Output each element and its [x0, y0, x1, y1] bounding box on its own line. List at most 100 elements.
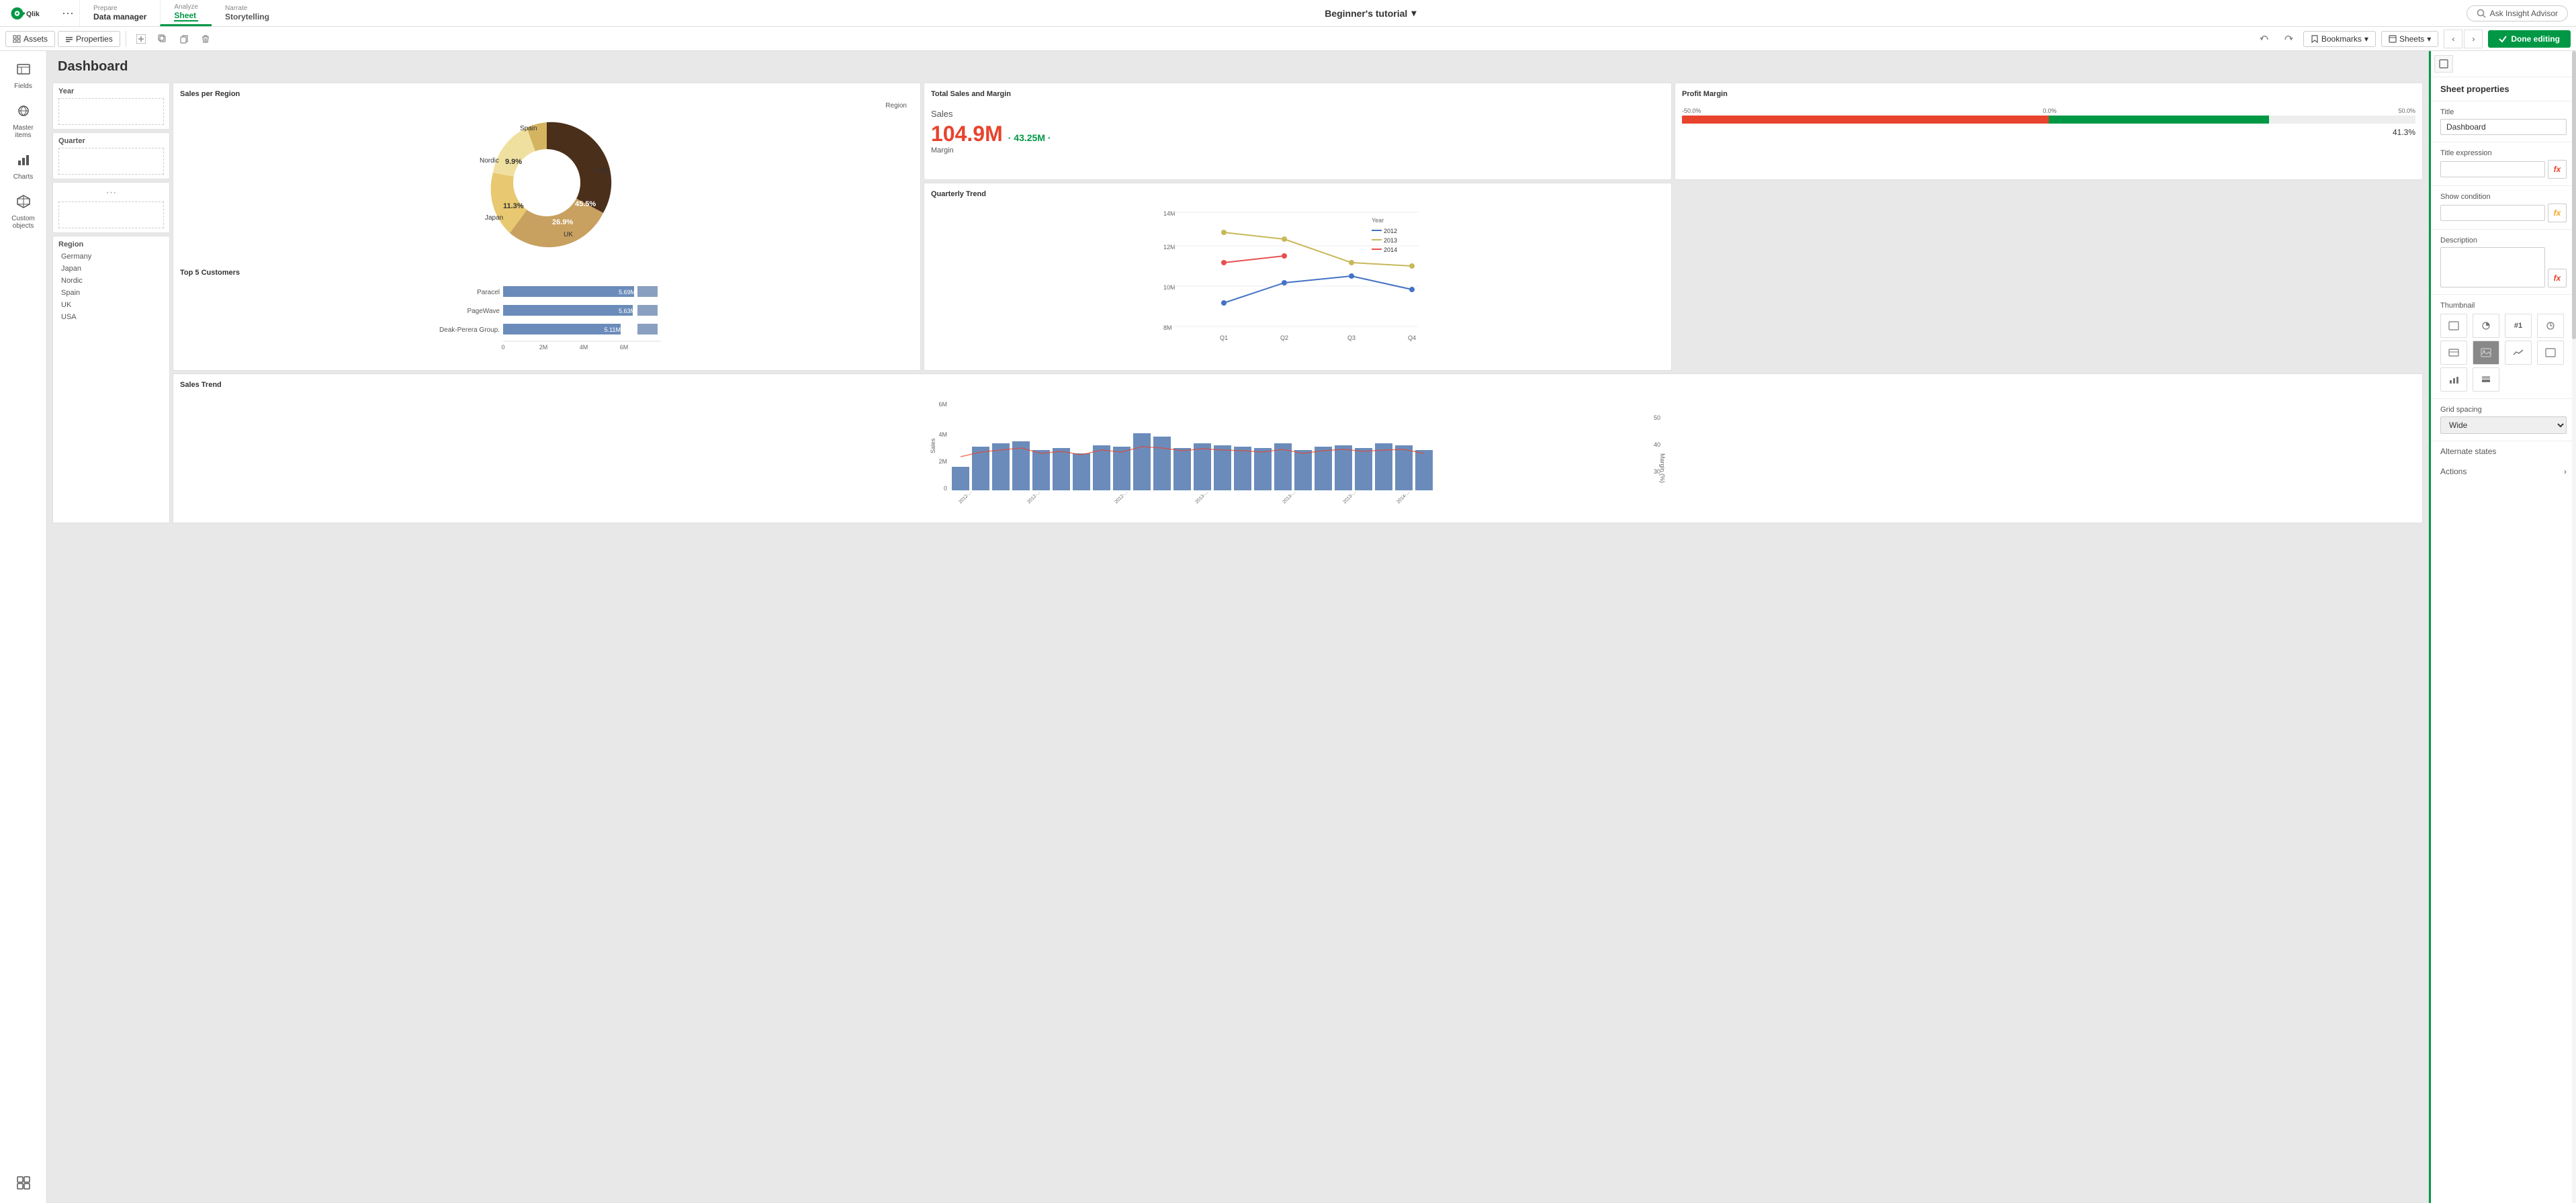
thumb-small-sheet[interactable] [2440, 341, 2467, 365]
bookmark-icon [2311, 35, 2319, 43]
sidebar-item-custom-objects[interactable]: Custom objects [3, 189, 44, 235]
show-condition-fx-button[interactable]: fx [2548, 204, 2567, 222]
svg-text:40: 40 [1654, 441, 1660, 448]
thumb-stacked-bar[interactable] [2473, 367, 2499, 392]
panel-sheet-icon[interactable] [2434, 55, 2453, 73]
title-input[interactable] [2440, 119, 2567, 135]
svg-text:PageWave: PageWave [467, 308, 500, 315]
properties-header: Sheet properties [2431, 77, 2576, 101]
delete-button[interactable] [196, 30, 215, 48]
narrate-main: Storytelling [225, 12, 269, 21]
copy-button[interactable] [175, 30, 193, 48]
svg-text:2012-...: 2012-... [1114, 490, 1128, 505]
custom-objects-icon [16, 194, 31, 212]
nav-narrate[interactable]: Narrate Storytelling [212, 0, 283, 26]
sheets-icon [2389, 35, 2397, 43]
insight-advisor-button[interactable]: Ask Insight Advisor [2467, 5, 2568, 21]
panel-scrollbar-thumb[interactable] [2572, 51, 2576, 339]
filter-options-panel: ··· [52, 182, 170, 233]
svg-text:10M: 10M [1163, 284, 1175, 291]
region-japan[interactable]: Japan [58, 263, 164, 274]
svg-text:Margin (%): Margin (%) [1659, 453, 1666, 483]
region-spain[interactable]: Spain [58, 287, 164, 298]
sidebar-item-charts[interactable]: Charts [3, 147, 44, 186]
filter-more-icon[interactable]: ··· [58, 187, 164, 199]
prev-sheet-button[interactable]: ‹ [2444, 30, 2462, 48]
duplicate-button[interactable] [153, 30, 172, 48]
region-nordic[interactable]: Nordic [58, 275, 164, 286]
margin-value: · 43.25M · [1008, 132, 1051, 143]
main-layout: Fields Master items Charts Custom object… [0, 51, 2576, 1203]
region-usa[interactable]: USA [58, 312, 164, 322]
show-condition-input[interactable] [2440, 205, 2545, 221]
sheets-button[interactable]: Sheets ▾ [2381, 31, 2438, 47]
region-filter-label: Region [58, 240, 164, 249]
undo-button[interactable] [2255, 30, 2274, 48]
svg-text:14M: 14M [1163, 210, 1175, 217]
assets-button[interactable]: Assets [5, 31, 55, 47]
quarterly-trend-card: Quarterly Trend 14M 12M 10M 8M Q1 Q2 Q3 [924, 183, 1672, 371]
sheets-chevron: ▾ [2427, 34, 2431, 44]
filter-extra-body[interactable] [58, 202, 164, 228]
search-icon [2477, 9, 2486, 18]
quarterly-trend-title: Quarterly Trend [931, 190, 1664, 198]
bookmarks-button[interactable]: Bookmarks ▾ [2303, 31, 2376, 47]
quarter-filter-body[interactable] [58, 148, 164, 175]
region-germany[interactable]: Germany [58, 251, 164, 262]
sidebar-item-master-items[interactable]: Master items [3, 98, 44, 144]
total-sales-card: Total Sales and Margin Sales 104.9M · 43… [924, 83, 1672, 180]
nav-analyze[interactable]: Analyze Sheet [160, 0, 212, 26]
description-fx-button[interactable]: fx [2548, 269, 2567, 287]
svg-text:12M: 12M [1163, 244, 1175, 251]
redo-button[interactable] [2279, 30, 2298, 48]
year-filter-body[interactable] [58, 98, 164, 125]
nav-prepare[interactable]: Prepare Data manager [79, 0, 160, 26]
prepare-sub: Prepare [93, 5, 146, 12]
master-items-icon [16, 103, 31, 122]
thumb-sheet[interactable] [2440, 314, 2467, 338]
margin-label: Margin [931, 146, 1664, 154]
profit-mid-label: 0.0% [2043, 107, 2057, 114]
toolbar-left: Assets Properties [5, 31, 120, 47]
description-textarea[interactable] [2440, 247, 2545, 287]
sidebar-item-fields[interactable]: Fields [3, 56, 44, 95]
thumb-pie[interactable] [2473, 314, 2499, 338]
description-section: Description fx [2431, 230, 2576, 295]
actions-label[interactable]: Actions › [2431, 461, 2576, 482]
region-filter-items: Germany Japan Nordic Spain UK USA [58, 251, 164, 322]
thumb-bar-chart[interactable] [2440, 367, 2467, 392]
left-sidebar: Fields Master items Charts Custom object… [0, 51, 47, 1203]
logo-area: Qlik [0, 0, 56, 26]
svg-text:Nordic: Nordic [480, 157, 499, 165]
sheets-label: Sheets [2399, 34, 2424, 44]
svg-text:6M: 6M [620, 344, 629, 351]
svg-text:Qlik: Qlik [26, 9, 40, 17]
assets-label: Assets [24, 34, 48, 44]
thumb-line-chart[interactable] [2505, 341, 2532, 365]
more-options-icon[interactable]: ··· [56, 0, 79, 26]
sheet-title: Dashboard [52, 56, 2423, 77]
sidebar-item-bottom[interactable] [3, 1170, 44, 1198]
fields-label: Fields [14, 83, 32, 90]
thumb-empty-sheet[interactable] [2537, 341, 2564, 365]
app-title[interactable]: Beginner's tutorial ▾ [1325, 7, 1416, 19]
donut-chart-svg: USA UK Japan Nordic Spain 45.5% 26.9% 11… [459, 102, 634, 263]
alternate-states-label[interactable]: Alternate states [2431, 441, 2576, 461]
grid-spacing-select[interactable]: Small Medium Wide [2440, 416, 2567, 434]
title-expression-fx-button[interactable]: fx [2548, 160, 2567, 179]
thumb-number[interactable]: #1 [2505, 314, 2532, 338]
svg-text:50: 50 [1654, 414, 1660, 421]
svg-text:UK: UK [564, 231, 573, 238]
add-object-button[interactable] [132, 30, 150, 48]
properties-button[interactable]: Properties [58, 31, 120, 47]
next-sheet-button[interactable]: › [2464, 30, 2483, 48]
title-expression-input[interactable] [2440, 161, 2545, 177]
fields-icon [16, 62, 31, 80]
thumb-clock[interactable] [2537, 314, 2564, 338]
svg-text:2012-...: 2012-... [958, 490, 973, 505]
thumb-image[interactable] [2473, 341, 2499, 365]
svg-text:2012-...: 2012-... [1026, 490, 1041, 505]
sheet-nav-arrows: ‹ › [2444, 30, 2483, 48]
done-editing-button[interactable]: Done editing [2488, 30, 2571, 48]
region-uk[interactable]: UK [58, 300, 164, 310]
